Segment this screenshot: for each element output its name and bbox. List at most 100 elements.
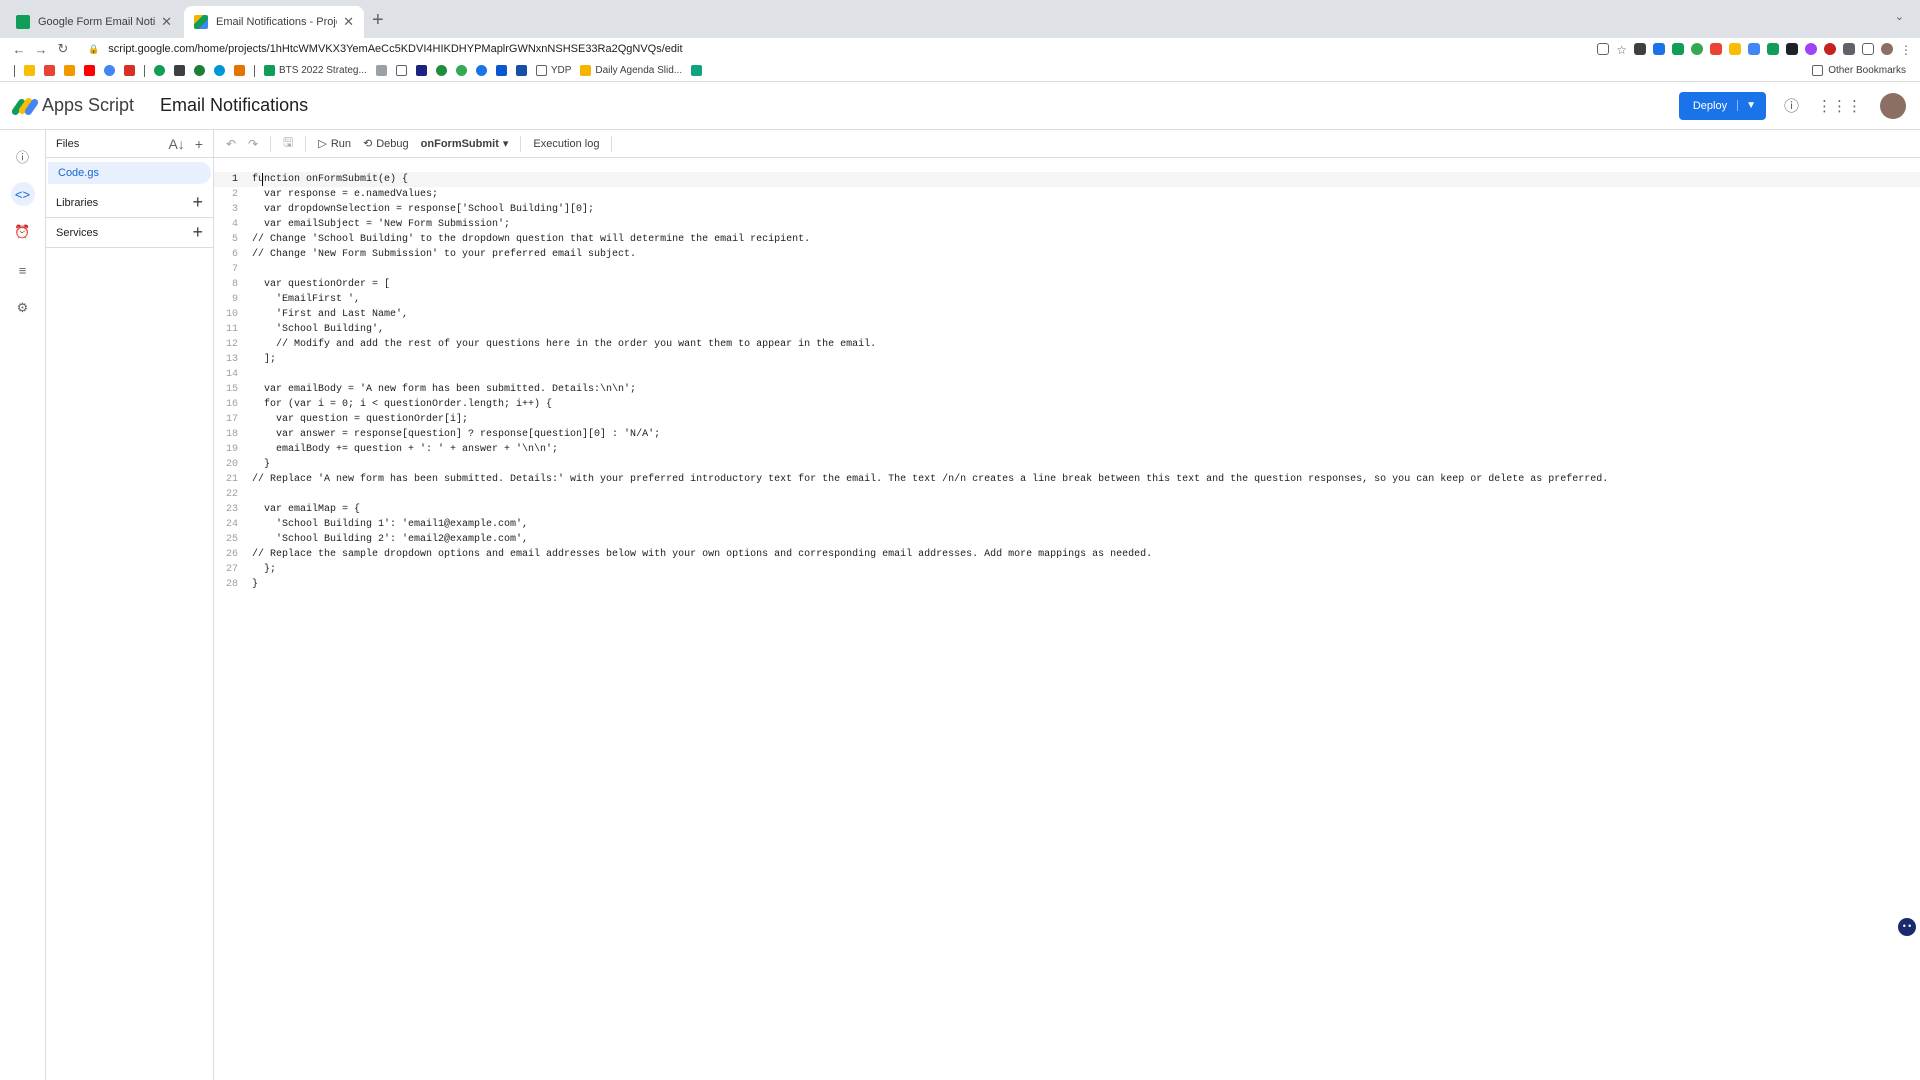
browser-tab[interactable]: Google Form Email Notificatio ✕ bbox=[6, 6, 182, 38]
file-item-code-gs[interactable]: Code.gs bbox=[48, 162, 211, 184]
hp-icon[interactable] bbox=[214, 65, 225, 76]
extension-icon[interactable] bbox=[1691, 43, 1703, 55]
puzzle-icon[interactable] bbox=[1843, 43, 1855, 55]
reload-icon[interactable]: ↻ bbox=[52, 41, 74, 57]
star-icon[interactable]: ☆ bbox=[1616, 43, 1627, 57]
libraries-row[interactable]: Libraries + bbox=[46, 188, 213, 218]
extension-icon[interactable] bbox=[1805, 43, 1817, 55]
code-line[interactable]: 6 // Change 'New Form Submission' to your… bbox=[214, 247, 1920, 262]
code-editor[interactable]: •• 1 function onFormSubmit(e) {2 var resp… bbox=[214, 158, 1920, 1080]
gear-icon[interactable] bbox=[194, 65, 205, 76]
extension-icon[interactable] bbox=[1634, 43, 1646, 55]
alarm-clock-icon[interactable]: ⏰ bbox=[11, 220, 35, 244]
code-line[interactable]: 24 'School Building 1': 'email1@example.… bbox=[214, 517, 1920, 532]
code-line[interactable]: 1 function onFormSubmit(e) { bbox=[214, 172, 1920, 187]
function-select[interactable]: onFormSubmit ▾ bbox=[421, 137, 509, 151]
apps-script-logo[interactable]: Apps Script bbox=[10, 95, 134, 116]
code-line[interactable]: 14 bbox=[214, 367, 1920, 382]
code-line[interactable]: 22 bbox=[214, 487, 1920, 502]
extension-icon[interactable] bbox=[1729, 43, 1741, 55]
code-line[interactable]: 23 var emailMap = { bbox=[214, 502, 1920, 517]
extension-icon[interactable] bbox=[1767, 43, 1779, 55]
bookmark-icon[interactable] bbox=[64, 65, 75, 76]
bookmark-icon[interactable] bbox=[515, 65, 527, 76]
gear-icon[interactable]: ⚙ bbox=[11, 296, 35, 320]
code-line[interactable]: 8 var questionOrder = [ bbox=[214, 277, 1920, 292]
code-line[interactable]: 9 'EmailFirst ', bbox=[214, 292, 1920, 307]
bookmark-icon[interactable] bbox=[375, 65, 387, 76]
extension-icon[interactable] bbox=[1824, 43, 1836, 55]
debug-button[interactable]: ⟲ Debug bbox=[363, 137, 409, 151]
executions-icon[interactable]: ≡ bbox=[11, 258, 35, 282]
code-line[interactable]: 5 // Change 'School Building' to the drop… bbox=[214, 232, 1920, 247]
code-line[interactable]: 10 'First and Last Name', bbox=[214, 307, 1920, 322]
google-icon[interactable] bbox=[104, 65, 115, 76]
redo-icon[interactable]: ↷ bbox=[248, 137, 258, 151]
code-line[interactable]: 12 // Modify and add the rest of your qu… bbox=[214, 337, 1920, 352]
code-line[interactable]: 18 var answer = response[question] ? res… bbox=[214, 427, 1920, 442]
project-title[interactable]: Email Notifications bbox=[160, 95, 308, 116]
code-line[interactable]: 16 for (var i = 0; i < questionOrder.len… bbox=[214, 397, 1920, 412]
extension-icon[interactable] bbox=[1653, 43, 1665, 55]
youtube-icon[interactable] bbox=[84, 65, 95, 76]
drive-icon[interactable] bbox=[24, 65, 35, 76]
code-line[interactable]: 7 bbox=[214, 262, 1920, 277]
undo-icon[interactable]: ↶ bbox=[226, 137, 236, 151]
bookmark-icon[interactable] bbox=[435, 65, 447, 76]
save-icon[interactable]: 🖫 bbox=[283, 133, 293, 154]
code-line[interactable]: 11 'School Building', bbox=[214, 322, 1920, 337]
browser-tab-active[interactable]: Email Notifications - Project Ed ✕ bbox=[184, 6, 364, 38]
kebab-menu-icon[interactable]: ⋮ bbox=[1900, 43, 1912, 57]
help-icon[interactable]: ⓘ bbox=[1784, 95, 1799, 116]
chatgpt-icon[interactable] bbox=[691, 65, 703, 76]
close-icon[interactable]: ✕ bbox=[343, 14, 354, 30]
bookmark-icon[interactable] bbox=[455, 65, 467, 76]
code-line[interactable]: 27 }; bbox=[214, 562, 1920, 577]
back-icon[interactable]: ← bbox=[8, 42, 30, 57]
extension-icon[interactable] bbox=[1710, 43, 1722, 55]
bookmark-icon[interactable] bbox=[415, 65, 427, 76]
execution-log-button[interactable]: Execution log bbox=[533, 138, 599, 150]
profile-avatar-icon[interactable] bbox=[1881, 43, 1893, 55]
code-line[interactable]: 25 'School Building 2': 'email2@example.… bbox=[214, 532, 1920, 547]
close-icon[interactable]: ✕ bbox=[161, 14, 172, 30]
chart-icon[interactable] bbox=[124, 65, 135, 76]
code-line[interactable]: 15 var emailBody = 'A new form has been … bbox=[214, 382, 1920, 397]
folder-icon[interactable] bbox=[395, 65, 407, 76]
chevron-down-icon[interactable]: ⌄ bbox=[1895, 10, 1904, 23]
add-service-icon[interactable]: + bbox=[192, 222, 203, 243]
add-file-icon[interactable]: + bbox=[195, 136, 203, 152]
extension-icon[interactable] bbox=[1672, 43, 1684, 55]
run-button[interactable]: ▷ Run bbox=[318, 137, 351, 151]
services-row[interactable]: Services + bbox=[46, 218, 213, 248]
bookmark-icon[interactable] bbox=[154, 65, 165, 76]
bookmark-ydp[interactable]: YDP bbox=[535, 65, 571, 76]
add-library-icon[interactable]: + bbox=[192, 192, 203, 213]
extension-icon[interactable] bbox=[1748, 43, 1760, 55]
code-line[interactable]: 26 // Replace the sample dropdown options… bbox=[214, 547, 1920, 562]
bookmark-icon[interactable] bbox=[234, 65, 245, 76]
code-line[interactable]: 3 var dropdownSelection = response['Scho… bbox=[214, 202, 1920, 217]
editor-icon[interactable]: <> bbox=[10, 182, 35, 206]
other-bookmarks[interactable]: Other Bookmarks bbox=[1812, 65, 1906, 76]
code-line[interactable]: 19 emailBody += question + ': ' + answer… bbox=[214, 442, 1920, 457]
code-line[interactable]: 21 // Replace 'A new form has been submit… bbox=[214, 472, 1920, 487]
overview-icon[interactable]: ⓘ bbox=[11, 144, 35, 168]
deploy-button[interactable]: Deploy ▼ bbox=[1678, 91, 1766, 120]
url-field[interactable]: 🔒 script.google.com/home/projects/1hHtcW… bbox=[88, 43, 1597, 55]
assistant-icon[interactable]: •• bbox=[1898, 918, 1916, 936]
code-line[interactable]: 2 var response = e.namedValues; bbox=[214, 187, 1920, 202]
sort-az-icon[interactable]: A↓ bbox=[168, 136, 184, 152]
bookmark-icon[interactable] bbox=[174, 65, 185, 76]
share-icon[interactable] bbox=[1597, 43, 1610, 55]
code-line[interactable]: 17 var question = questionOrder[i]; bbox=[214, 412, 1920, 427]
extension-icon[interactable] bbox=[1786, 43, 1798, 55]
bookmark-bts[interactable]: BTS 2022 Strateg... bbox=[264, 65, 367, 76]
new-tab-icon[interactable]: + bbox=[372, 9, 384, 32]
apps-grid-icon[interactable]: ⋮⋮⋮ bbox=[1817, 97, 1862, 115]
chevron-down-icon[interactable]: ▼ bbox=[1737, 100, 1756, 111]
avatar[interactable] bbox=[1880, 92, 1906, 119]
gmail-icon[interactable] bbox=[44, 65, 55, 76]
bookmark-daily-agenda[interactable]: Daily Agenda Slid... bbox=[580, 65, 682, 76]
code-line[interactable]: 4 var emailSubject = 'New Form Submissio… bbox=[214, 217, 1920, 232]
